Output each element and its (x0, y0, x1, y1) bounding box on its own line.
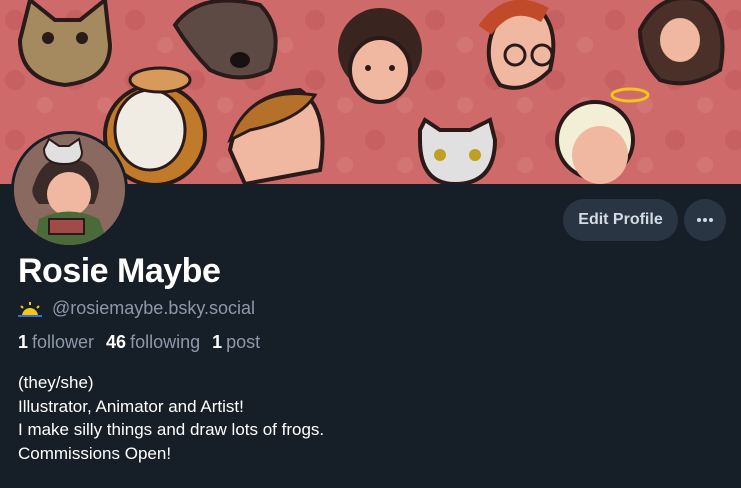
sun-emoji-icon (18, 301, 42, 317)
bio-line: Illustrator, Animator and Artist! (18, 396, 244, 416)
followers-label: follower (32, 332, 95, 352)
profile-stats: 1 follower 46 following 1 post (18, 332, 260, 353)
avatar-image (14, 134, 125, 245)
posts-count: 1 (212, 332, 223, 352)
black-white-cat-icon (418, 117, 498, 184)
edit-profile-button[interactable]: Edit Profile (563, 199, 678, 241)
person-glasses-icon (478, 0, 556, 90)
posts-label: post (226, 332, 261, 352)
display-name: Rosie Maybe (18, 252, 221, 290)
following-count: 46 (106, 332, 127, 352)
person-beard-icon (637, 0, 725, 86)
followers-count: 1 (18, 332, 29, 352)
following-label: following (130, 332, 201, 352)
following-stat[interactable]: 46 following (106, 332, 200, 353)
more-options-button[interactable] (684, 199, 726, 241)
followers-stat[interactable]: 1 follower (18, 332, 94, 353)
bio-line: (they/she) (18, 373, 94, 392)
handle-row: @rosiemaybe.bsky.social (18, 298, 255, 319)
posts-stat: 1 post (212, 332, 260, 353)
handle[interactable]: @rosiemaybe.bsky.social (52, 298, 255, 319)
avatar[interactable] (11, 131, 128, 248)
bio: (they/she) Illustrator, Animator and Art… (18, 371, 324, 465)
bio-line: I make silly things and draw lots of fro… (18, 420, 325, 439)
bio-line: Commissions Open! (18, 443, 172, 463)
ellipsis-icon (697, 218, 713, 222)
